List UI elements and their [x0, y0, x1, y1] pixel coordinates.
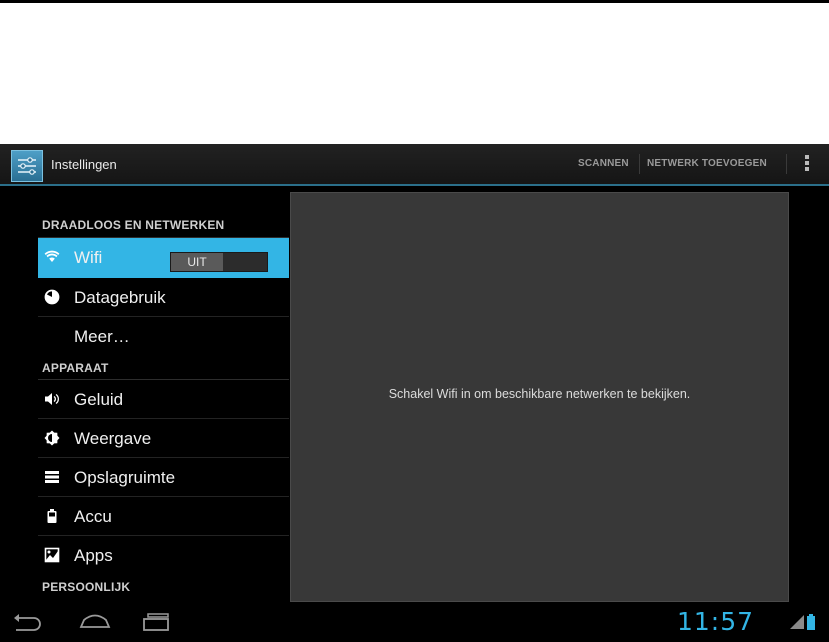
settings-item-apps[interactable]: Apps — [38, 536, 289, 575]
action-bar: Instellingen SCANNEN NETWERK TOEVOEGEN — [0, 144, 829, 186]
navigation-bar: 11:57 — [0, 602, 829, 642]
scan-button[interactable]: SCANNEN — [578, 144, 629, 184]
settings-item-more[interactable]: Meer… — [38, 317, 289, 356]
settings-item-sound[interactable]: Geluid — [38, 380, 289, 419]
battery-icon — [47, 509, 57, 523]
action-separator — [639, 154, 640, 174]
settings-item-storage[interactable]: Opslagruimte — [38, 458, 289, 497]
settings-item-label: Weergave — [74, 429, 152, 448]
overflow-menu-icon[interactable] — [800, 154, 814, 174]
settings-list: DRAADLOOS EN NETWERKEN Wifi UIT Datagebr… — [38, 186, 289, 602]
toggle-state-label: UIT — [171, 253, 223, 271]
battery-status-icon — [807, 614, 815, 630]
section-header-device: APPARAAT — [38, 356, 289, 380]
settings-item-label: Apps — [74, 546, 113, 565]
section-header-wireless: DRAADLOOS EN NETWERKEN — [38, 212, 289, 238]
settings-item-wifi[interactable]: Wifi UIT — [38, 238, 289, 278]
signal-icon — [790, 615, 804, 629]
settings-item-label: Datagebruik — [74, 288, 166, 307]
blank-area — [0, 3, 829, 144]
add-network-button[interactable]: NETWERK TOEVOEGEN — [647, 144, 767, 184]
settings-item-label: Meer… — [74, 327, 130, 346]
storage-icon — [45, 471, 59, 483]
app-title: Instellingen — [51, 157, 117, 172]
settings-item-label: Accu — [74, 507, 112, 526]
status-clock: 11:57 — [677, 607, 755, 636]
back-icon[interactable] — [10, 612, 46, 632]
brightness-icon — [44, 430, 60, 446]
wifi-toggle[interactable]: UIT — [170, 252, 268, 272]
settings-item-battery[interactable]: Accu — [38, 497, 289, 536]
tablet-screen: Instellingen SCANNEN NETWERK TOEVOEGEN D… — [0, 144, 829, 642]
action-separator — [786, 154, 787, 174]
apps-icon — [44, 547, 60, 563]
settings-item-label: Geluid — [74, 390, 124, 409]
section-header-personal: PERSOONLIJK — [42, 580, 131, 594]
settings-item-label: Opslagruimte — [74, 468, 176, 487]
wifi-detail-pane: Schakel Wifi in om beschikbare netwerken… — [290, 192, 789, 602]
settings-item-display[interactable]: Weergave — [38, 419, 289, 458]
data-usage-icon — [44, 289, 60, 305]
settings-item-data-usage[interactable]: Datagebruik — [38, 278, 289, 317]
settings-item-label: Wifi — [74, 248, 103, 267]
speaker-icon — [45, 393, 59, 405]
home-icon[interactable] — [78, 612, 112, 632]
recent-apps-icon[interactable] — [142, 612, 172, 632]
wifi-icon — [44, 250, 60, 262]
wifi-off-message: Schakel Wifi in om beschikbare netwerken… — [388, 387, 691, 401]
settings-app-icon[interactable] — [11, 150, 43, 182]
